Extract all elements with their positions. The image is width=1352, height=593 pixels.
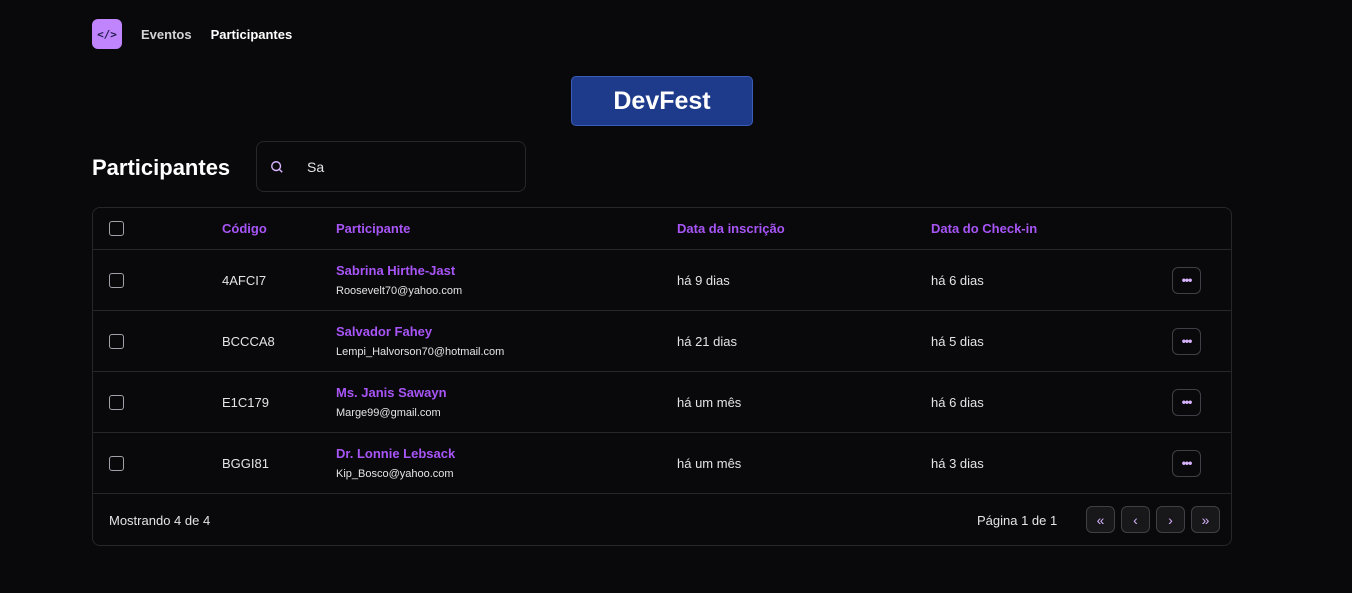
- header-registered: Data da inscrição: [677, 221, 785, 236]
- row-checkbox[interactable]: [109, 333, 124, 349]
- more-options-button[interactable]: •••: [1172, 449, 1201, 477]
- table-row: BCCCA8 Salvador Fahey Lempi_Halvorson70@…: [93, 311, 1231, 372]
- event-name-badge: DevFest: [571, 76, 753, 126]
- nav-link-participantes[interactable]: Participantes: [211, 27, 293, 42]
- row-checkbox[interactable]: [109, 272, 124, 288]
- top-nav: </> Eventos Participantes: [92, 19, 292, 49]
- row-registered: há um mês: [677, 394, 742, 410]
- select-all-checkbox[interactable]: [109, 221, 124, 236]
- participant-name: Dr. Lonnie Lebsack: [336, 446, 456, 461]
- table-row: 4AFCI7 Sabrina Hirthe-Jast Roosevelt70@y…: [93, 250, 1231, 311]
- nav-link-eventos[interactable]: Eventos: [141, 27, 192, 42]
- more-options-button[interactable]: •••: [1172, 388, 1201, 416]
- header-checkin: Data do Check-in: [931, 221, 1038, 236]
- page-info: Página 1 de 1: [977, 512, 1058, 528]
- participant-email: Roosevelt70@yahoo.com: [336, 285, 463, 297]
- participant-email: Kip_Bosco@yahoo.com: [336, 468, 454, 480]
- row-code: BGGI81: [222, 455, 269, 471]
- header-code: Código: [222, 221, 267, 236]
- row-checkin: há 6 dias: [931, 272, 984, 288]
- more-options-button[interactable]: •••: [1172, 327, 1201, 355]
- more-options-button[interactable]: •••: [1172, 266, 1201, 294]
- participant-email: Lempi_Halvorson70@hotmail.com: [336, 346, 505, 358]
- row-code: 4AFCI7: [222, 272, 267, 288]
- search-input[interactable]: [307, 158, 507, 175]
- next-page-button[interactable]: ›: [1156, 506, 1185, 533]
- participant-name: Sabrina Hirthe-Jast: [336, 263, 456, 278]
- row-checkin: há 5 dias: [931, 333, 984, 349]
- pagination: « ‹ › »: [1086, 506, 1220, 533]
- row-checkin: há 6 dias: [931, 394, 984, 410]
- header-participant: Participante: [336, 221, 411, 236]
- row-checkbox[interactable]: [109, 455, 124, 471]
- table-row: BGGI81 Dr. Lonnie Lebsack Kip_Bosco@yaho…: [93, 433, 1231, 494]
- table-row: E1C179 Ms. Janis Sawayn Marge99@gmail.co…: [93, 372, 1231, 433]
- participants-table: Código Participante Data da inscrição Da…: [92, 207, 1232, 546]
- table-header-row: Código Participante Data da inscrição Da…: [93, 208, 1231, 250]
- last-page-button[interactable]: »: [1191, 506, 1220, 533]
- row-code: E1C179: [222, 394, 269, 410]
- search-box[interactable]: [256, 141, 526, 192]
- previous-page-button[interactable]: ‹: [1121, 506, 1150, 533]
- participant-email: Marge99@gmail.com: [336, 407, 441, 419]
- search-icon: [271, 160, 283, 173]
- showing-count: Mostrando 4 de 4: [109, 512, 211, 528]
- page-title: Participantes: [92, 155, 231, 180]
- row-registered: há 21 dias: [677, 333, 737, 349]
- row-checkbox[interactable]: [109, 394, 124, 410]
- first-page-button[interactable]: «: [1086, 506, 1115, 533]
- row-registered: há um mês: [677, 455, 742, 471]
- participant-name: Ms. Janis Sawayn: [336, 385, 447, 400]
- row-registered: há 9 dias: [677, 272, 730, 288]
- code-logo-icon[interactable]: </>: [92, 19, 122, 49]
- row-checkin: há 3 dias: [931, 455, 984, 471]
- table-footer: Mostrando 4 de 4 Página 1 de 1 « ‹ › »: [93, 494, 1231, 545]
- participant-name: Salvador Fahey: [336, 324, 433, 339]
- row-code: BCCCA8: [222, 333, 275, 349]
